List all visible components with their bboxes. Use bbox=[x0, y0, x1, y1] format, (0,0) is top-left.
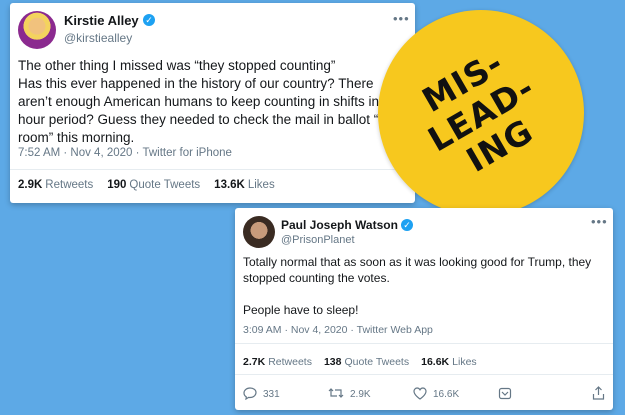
more-icon[interactable]: ••• bbox=[393, 11, 410, 26]
verified-icon: ✓ bbox=[143, 14, 155, 26]
reply-icon bbox=[243, 386, 257, 403]
tweet-card-paul-joseph-watson: Paul Joseph Watson ✓ @PrisonPlanet ••• T… bbox=[235, 208, 613, 410]
share-button[interactable] bbox=[592, 386, 605, 403]
tweet-actions: 331 2.9K 16.6K bbox=[243, 386, 605, 403]
retweets-stat[interactable]: 2.7K Retweets bbox=[243, 356, 312, 368]
retweet-count: 2.9K bbox=[350, 389, 371, 400]
tweet-stats: 2.7K Retweets 138 Quote Tweets 16.6K Likes bbox=[243, 356, 477, 368]
retweet-button[interactable]: 2.9K bbox=[328, 387, 413, 402]
tweet-card-kirstie-alley: Kirstie Alley ✓ @kirstiealley ••• The ot… bbox=[10, 3, 415, 203]
author-handle[interactable]: @kirstiealley bbox=[64, 31, 132, 45]
author-handle[interactable]: @PrisonPlanet bbox=[281, 234, 355, 246]
divider bbox=[235, 374, 613, 375]
like-icon bbox=[413, 386, 427, 403]
quote-tweets-stat[interactable]: 190 Quote Tweets bbox=[107, 179, 200, 191]
misleading-badge: MIS- LEAD- ING bbox=[378, 10, 584, 216]
retweet-icon bbox=[328, 387, 344, 402]
divider bbox=[235, 343, 613, 344]
like-button[interactable]: 16.6K bbox=[413, 386, 498, 403]
more-icon[interactable]: ••• bbox=[591, 214, 608, 229]
avatar[interactable] bbox=[243, 216, 275, 248]
share-icon bbox=[592, 386, 605, 403]
likes-stat[interactable]: 16.6K Likes bbox=[421, 356, 477, 368]
retweets-stat[interactable]: 2.9K Retweets bbox=[18, 179, 93, 191]
verified-icon: ✓ bbox=[401, 219, 413, 231]
gift-button[interactable] bbox=[498, 387, 583, 403]
reply-count: 331 bbox=[263, 389, 280, 400]
tweet-text: Totally normal that as soon as it was lo… bbox=[243, 255, 592, 317]
author-name[interactable]: Paul Joseph Watson bbox=[281, 218, 398, 232]
tweet-stats: 2.9K Retweets 190 Quote Tweets 13.6K Likes bbox=[18, 179, 275, 191]
avatar[interactable] bbox=[18, 11, 56, 49]
tip-icon bbox=[498, 387, 512, 403]
quote-tweets-stat[interactable]: 138 Quote Tweets bbox=[324, 356, 409, 368]
like-count: 16.6K bbox=[433, 389, 460, 400]
likes-stat[interactable]: 13.6K Likes bbox=[214, 179, 275, 191]
tweet-timestamp[interactable]: 7:52 AM · Nov 4, 2020 · Twitter for iPho… bbox=[18, 147, 232, 159]
tweet-timestamp[interactable]: 3:09 AM · Nov 4, 2020 · Twitter Web App bbox=[243, 324, 433, 336]
author-name[interactable]: Kirstie Alley bbox=[64, 13, 139, 28]
divider bbox=[10, 169, 415, 170]
reply-button[interactable]: 331 bbox=[243, 386, 328, 403]
